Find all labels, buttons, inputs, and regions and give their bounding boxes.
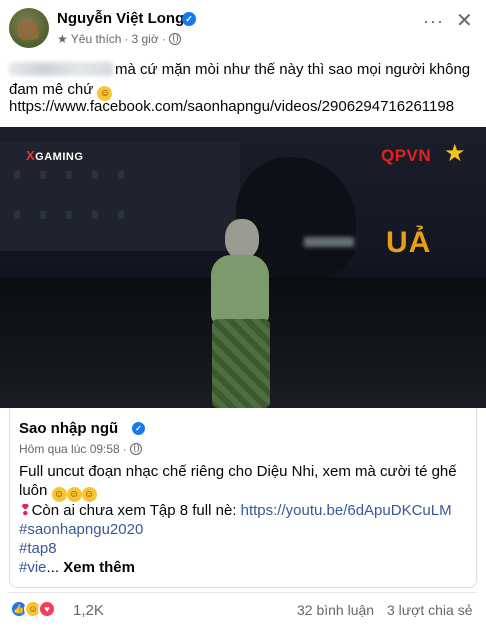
person-body (211, 255, 269, 325)
shared-text-line1: Full uncut đoạn nhạc chế riêng cho Diệu … (19, 463, 457, 480)
favorite-label: Yêu thích (70, 32, 122, 46)
video-player[interactable]: 🔇 (0, 127, 486, 408)
shared-meta: Hôm qua lúc 09:58 · (19, 442, 142, 456)
post-text-line1: mà cứ mặn mòi như thế này thì sao mọi ng… (115, 61, 471, 78)
shared-timestamp[interactable]: Hôm qua lúc 09:58 (19, 442, 120, 456)
xgaming-x: X (26, 148, 36, 163)
reaction-count[interactable]: 1,2K (73, 602, 104, 619)
window (118, 211, 124, 219)
hashtag-tap8[interactable]: #tap8 (19, 539, 57, 558)
globe-icon[interactable] (129, 443, 142, 455)
window (66, 211, 72, 219)
hashtag-vie[interactable]: #vie (19, 559, 47, 576)
distant-lights (304, 237, 354, 247)
video-overlay-text: UẢ (386, 226, 432, 259)
shared-line-last: #vie... Xem thêm (19, 558, 135, 577)
author-avatar[interactable] (9, 8, 49, 48)
close-icon[interactable]: ✕ (456, 11, 473, 31)
window (40, 171, 46, 179)
globe-icon[interactable] (168, 33, 181, 45)
window (14, 171, 20, 179)
window (92, 171, 98, 179)
post-author-name[interactable]: Nguyễn Việt Long (57, 10, 184, 27)
post-text-line2: đam mê chứ (9, 81, 94, 98)
verified-badge-icon: ✓ (182, 12, 196, 26)
shared-author-name[interactable]: Sao nhập ngũ (19, 420, 118, 437)
shared-line3: ❢Còn ai chưa xem Tập 8 full nè: https://… (19, 501, 452, 520)
meta-dot: · (161, 32, 166, 46)
verified-badge-icon: ✓ (132, 422, 145, 435)
window (92, 211, 98, 219)
more-options-button[interactable]: ··· (423, 12, 444, 30)
shared-line3-text: Còn ai chưa xem Tập 8 full nè: (31, 502, 241, 519)
qpvn-logo: QPVN (381, 146, 432, 165)
xgaming-text: GAMING (35, 151, 84, 163)
person-head (225, 219, 259, 259)
blurred-mention (9, 62, 113, 76)
reaction-icons[interactable]: 👍 ☺ ♥ (10, 600, 56, 618)
favorite-star-icon: ★ (57, 32, 68, 46)
laughing-emoji-icon: ☺ (81, 487, 97, 502)
laughing-emoji-icon: ☺ (51, 487, 67, 502)
love-reaction-icon: ♥ (38, 600, 56, 618)
post-timestamp[interactable]: 3 giờ (131, 32, 158, 46)
comment-count[interactable]: 32 bình luận (297, 602, 374, 618)
ellipsis: ... (46, 559, 60, 576)
post-meta: ★ Yêu thích · 3 giờ · (57, 32, 181, 46)
facebook-post: Nguyễn Việt Long ✓ ★ Yêu thích · 3 giờ ·… (0, 0, 486, 634)
meta-dot: · (124, 32, 129, 46)
star-logo-icon: ★ (444, 140, 466, 167)
youtube-link[interactable]: https://youtu.be/6dApuDKCuLM (241, 502, 452, 519)
window (40, 211, 46, 219)
shared-text: Full uncut đoạn nhạc chế riêng cho Diệu … (19, 462, 469, 502)
post-link[interactable]: https://www.facebook.com/saonhapngu/vide… (9, 98, 454, 115)
window (14, 211, 20, 219)
person-legs (212, 319, 270, 408)
hashtag-saonhapngu2020[interactable]: #saonhapngu2020 (19, 520, 143, 539)
footer-divider (9, 592, 477, 593)
pin-icon: ❢ (19, 502, 32, 519)
see-more-link[interactable]: Xem thêm (63, 559, 135, 576)
shared-text-line2: luôn (19, 482, 48, 499)
share-count[interactable]: 3 lượt chia sẻ (387, 602, 472, 618)
post-text: mà cứ mặn mòi như thế này thì sao mọi ng… (9, 60, 479, 101)
laughing-emoji-icon: ☺ (66, 487, 82, 502)
xgaming-logo: XGAMING (26, 148, 83, 163)
meta-dot: · (122, 442, 127, 456)
window (118, 171, 124, 179)
window (66, 171, 72, 179)
